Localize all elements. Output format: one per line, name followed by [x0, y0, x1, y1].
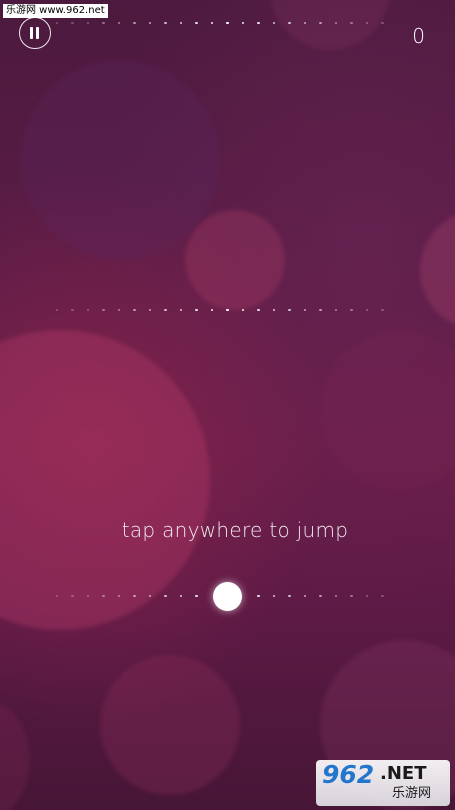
watermark-label: 乐游网 www.962.net — [3, 4, 108, 18]
logo-net: .NET — [380, 763, 427, 784]
track-dot — [226, 21, 229, 25]
track-dot — [303, 308, 307, 312]
track-dot — [241, 21, 245, 25]
track-dot — [319, 308, 322, 312]
track-dot — [71, 594, 74, 598]
track-dot — [133, 594, 136, 598]
track-dot — [272, 308, 276, 312]
track-dot — [381, 594, 384, 598]
bokeh-light — [270, 0, 390, 50]
track-dot — [86, 308, 90, 312]
track-dot — [365, 308, 369, 312]
track-dot — [133, 21, 136, 25]
track-dot — [226, 308, 229, 312]
track-dot — [334, 594, 338, 598]
track-dot — [303, 594, 307, 598]
logo-chinese: 乐游网 — [392, 786, 432, 801]
track-dot — [102, 594, 105, 598]
track-dot — [195, 594, 198, 598]
track-dot — [210, 21, 214, 25]
track-dot — [334, 308, 338, 312]
track-dot — [350, 594, 353, 598]
pause-button[interactable] — [19, 17, 51, 49]
track-dot — [102, 308, 105, 312]
track-dot — [381, 308, 384, 312]
track-dot — [319, 594, 322, 598]
track-dot — [257, 594, 260, 598]
track-dot — [288, 308, 291, 312]
track-dot — [71, 21, 74, 25]
player-ball — [213, 582, 242, 611]
bokeh-light — [320, 330, 455, 490]
logo-number: 962 — [322, 760, 375, 789]
track-dot — [117, 21, 121, 25]
track-dot — [257, 21, 260, 25]
track-dot — [55, 308, 59, 312]
track-dot — [288, 21, 291, 25]
track-dot — [133, 308, 136, 312]
bokeh-light — [420, 210, 455, 330]
track-dot — [195, 308, 198, 312]
bokeh-light — [185, 210, 285, 310]
bokeh-light — [0, 700, 30, 810]
track-dot — [195, 21, 198, 25]
track-dot — [148, 21, 152, 25]
track-dot — [241, 308, 245, 312]
track-dot — [288, 594, 291, 598]
game-scene[interactable]: tap anywhere to jump — [0, 0, 455, 810]
track-dot — [272, 21, 276, 25]
track-dot — [179, 308, 183, 312]
track-dot — [164, 21, 167, 25]
track-dot — [164, 308, 167, 312]
track-dot — [71, 308, 74, 312]
track-dot — [86, 21, 90, 25]
track-dot — [102, 21, 105, 25]
site-logo: 962 .NET 乐游网 — [316, 760, 450, 806]
track-dot — [164, 594, 167, 598]
track-dot — [55, 21, 59, 25]
track-dot — [350, 308, 353, 312]
track-dot — [365, 594, 369, 598]
track-dot — [257, 308, 260, 312]
track-dot — [148, 308, 152, 312]
track-dot — [350, 21, 353, 25]
track-dot — [179, 594, 183, 598]
bokeh-light — [0, 330, 210, 630]
track-dot — [117, 308, 121, 312]
score-counter: 0 — [412, 24, 425, 48]
track-dot — [381, 21, 384, 25]
track-dot — [272, 594, 276, 598]
track-dot — [179, 21, 183, 25]
tap-to-jump-hint: tap anywhere to jump — [121, 518, 349, 542]
bokeh-light — [20, 60, 220, 260]
track-dot — [210, 308, 214, 312]
bokeh-light — [100, 655, 240, 795]
track-dot — [319, 21, 322, 25]
